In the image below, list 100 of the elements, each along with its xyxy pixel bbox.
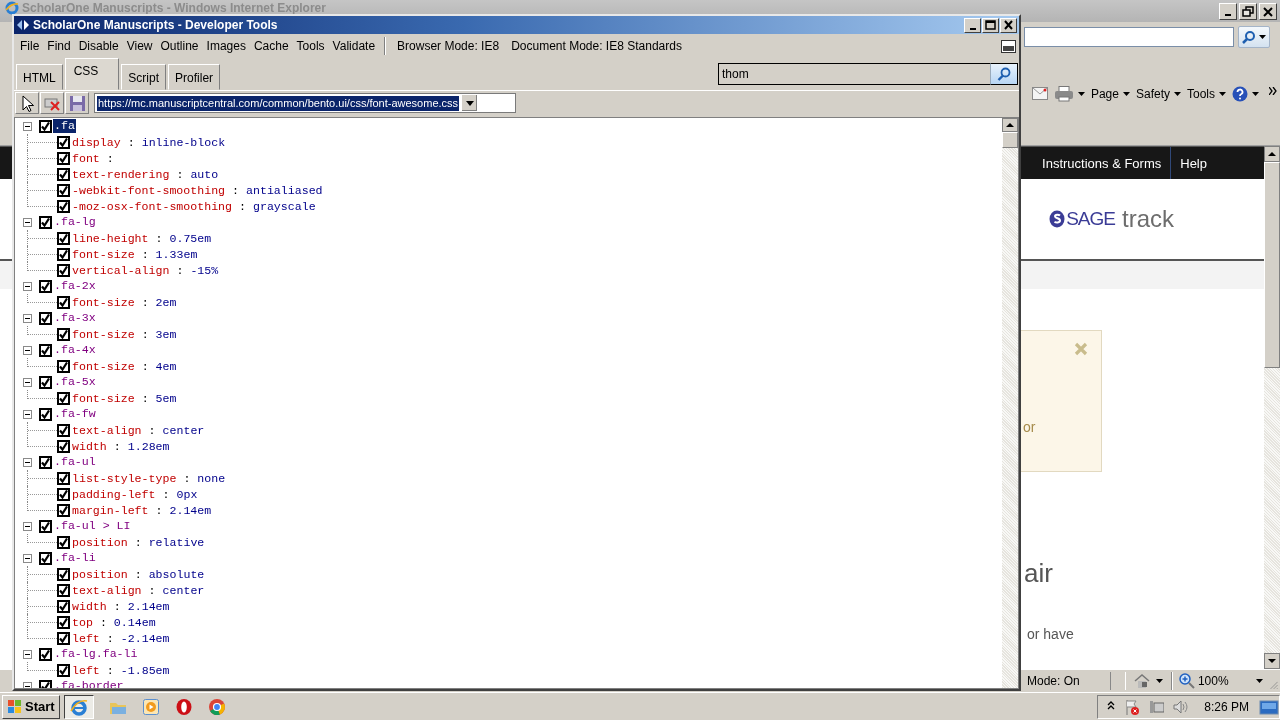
menu-item[interactable]: File [16, 39, 44, 53]
property-name: top [72, 615, 93, 629]
separator: : [113, 599, 121, 613]
tab[interactable]: Profiler [168, 64, 221, 90]
separator: : [162, 487, 170, 501]
menu-item[interactable]: Document Mode: IE8 Standards [505, 39, 688, 53]
css-selector[interactable]: .fa-li [53, 551, 97, 565]
logo-text: SAGE [1066, 208, 1115, 230]
search-field[interactable]: thom [718, 63, 990, 85]
css-selector[interactable]: .fa-ul [53, 455, 97, 469]
property-value: 0.14em [113, 615, 156, 629]
menu-item[interactable]: Find [43, 39, 75, 53]
menu-item[interactable]: Tools [292, 39, 329, 53]
menu-item[interactable]: Disable [74, 39, 123, 53]
property-name: -webkit-font-smoothing [72, 183, 226, 197]
menu-item[interactable]: Browser Mode: IE8 [391, 39, 506, 53]
property-name: list-style-type [72, 471, 177, 485]
property-name: left [72, 631, 100, 645]
paragraph: or have [1026, 626, 1075, 642]
property-value: -15% [190, 263, 219, 277]
separator: : [113, 439, 121, 453]
property-name: position [72, 535, 128, 549]
property-value: 3em [155, 327, 177, 341]
css-selector[interactable]: .fa-lg [53, 215, 97, 229]
separator: : [106, 631, 114, 645]
property-name: left [72, 663, 100, 677]
property-value: 4em [155, 359, 177, 373]
clock[interactable]: 8:26 PM [1204, 699, 1249, 714]
property-value: 2em [155, 295, 177, 309]
separator: : [183, 471, 191, 485]
menu-item[interactable]: Outline [156, 39, 203, 53]
notice-text: or [1023, 419, 1036, 435]
menu-item[interactable]: Cache [249, 39, 293, 53]
property-value: absolute [148, 567, 205, 581]
separator: : [141, 391, 149, 405]
property-name: text-align [72, 583, 142, 597]
nav-link[interactable]: Help [1171, 155, 1216, 171]
property-value: none [197, 471, 226, 485]
separator: : [134, 535, 142, 549]
property-name: vertical-align [72, 263, 170, 277]
property-name: font-size [72, 359, 135, 373]
separator: : [232, 183, 240, 197]
property-name: line-height [72, 231, 149, 245]
property-value: 1.33em [155, 247, 198, 261]
stylesheet-dropdown[interactable]: https://mc.manuscriptcentral.com/common/bento.ui/css/font-awesome.css [94, 93, 516, 113]
separator: : [141, 295, 149, 309]
separator: : [106, 663, 114, 677]
zoom-button[interactable]: 100% [1171, 672, 1269, 690]
property-value: relative [148, 535, 205, 549]
property-name: padding-left [72, 487, 156, 501]
property-name: text-align [72, 423, 142, 437]
property-name: width [72, 439, 107, 453]
property-value: -2.14em [120, 631, 170, 645]
css-selector[interactable]: .fa-2x [53, 279, 97, 293]
property-name: font-size [72, 327, 135, 341]
css-selector[interactable]: .fa [53, 119, 76, 133]
css-selector[interactable]: .fa-4x [53, 343, 97, 357]
separator: : [155, 503, 163, 517]
separator: : [176, 167, 184, 181]
tab[interactable]: Script [121, 64, 167, 90]
property-value: center [162, 583, 205, 597]
separator: : [127, 135, 135, 149]
start-button[interactable]: Start [2, 694, 60, 719]
window-title: ScholarOne Manuscripts - Developer Tools [33, 18, 278, 32]
property-value: 2.14em [169, 503, 212, 517]
separator: : [141, 327, 149, 341]
menu-button[interactable]: Tools [1187, 86, 1226, 101]
property-value: grayscale [253, 199, 316, 213]
property-name: font-size [72, 295, 135, 309]
css-selector[interactable]: .fa-3x [53, 311, 97, 325]
menu-item[interactable]: Validate [328, 39, 380, 53]
separator: : [141, 247, 149, 261]
property-value: 5em [155, 391, 177, 405]
property-name: margin-left [72, 503, 149, 517]
property-value: 0.75em [169, 231, 212, 245]
menu-item[interactable]: View [122, 39, 157, 53]
css-selector[interactable]: .fa-5x [53, 375, 97, 389]
tab[interactable]: HTML [16, 64, 63, 90]
property-name: text-rendering [72, 167, 170, 181]
css-selector[interactable]: .fa-lg.fa-li [53, 647, 139, 661]
property-name: position [72, 567, 128, 581]
css-selector[interactable]: .fa-ul > LI [53, 519, 132, 533]
nav-link[interactable]: Instructions & Forms [1033, 155, 1171, 171]
menu-button[interactable]: Page [1090, 86, 1130, 101]
menu-button[interactable]: Safety [1135, 86, 1181, 101]
status-text: Mode: On [1023, 672, 1111, 690]
property-value: 2.14em [127, 599, 170, 613]
property-name: -moz-osx-font-smoothing [72, 199, 233, 213]
tab[interactable]: CSS [64, 58, 120, 90]
css-selector[interactable]: .fa-fw [53, 407, 97, 421]
logo-text: track [1122, 205, 1174, 233]
property-value: center [162, 423, 205, 437]
property-name: font-size [72, 247, 135, 261]
property-value: 0px [176, 487, 198, 501]
separator: : [141, 359, 149, 373]
separator: : [176, 263, 184, 277]
menu-item[interactable]: Images [202, 39, 250, 53]
property-value: antialiased [246, 183, 323, 197]
property-name: width [72, 599, 107, 613]
property-value: 1.28em [127, 439, 170, 453]
